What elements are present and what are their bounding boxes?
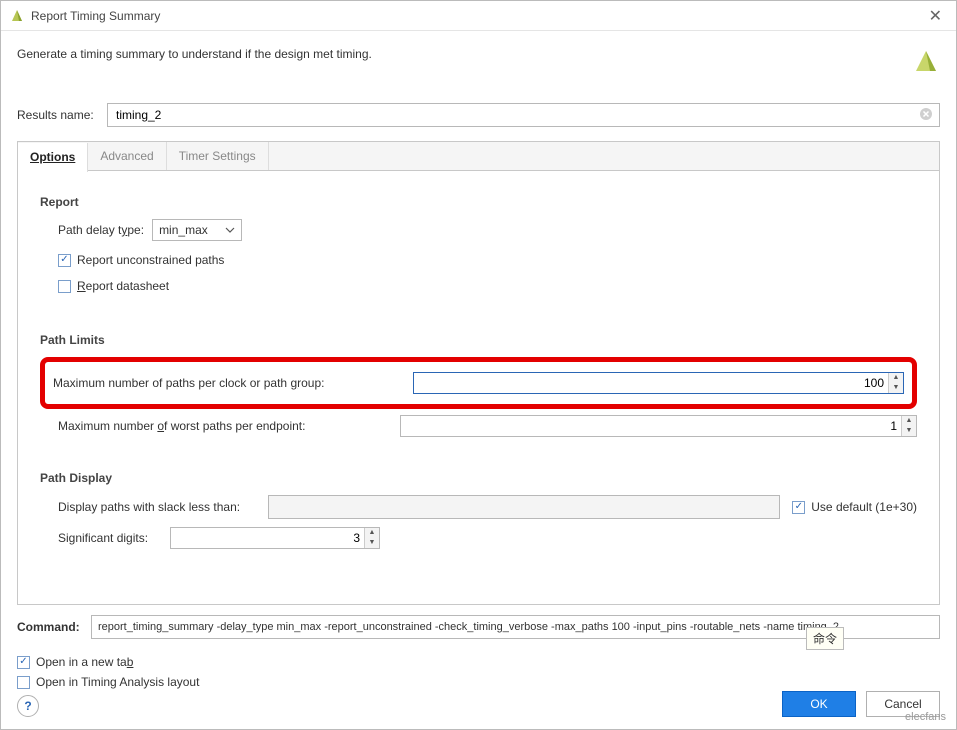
max-paths-down[interactable]: ▼ — [889, 383, 903, 393]
tabs-container: Options Advanced Timer Settings Report P… — [17, 141, 940, 605]
cancel-button[interactable]: Cancel — [866, 691, 940, 717]
report-unconstrained-row: ✓ Report unconstrained paths — [58, 253, 917, 267]
max-paths-up[interactable]: ▲ — [889, 373, 903, 383]
path-delay-value: min_max — [159, 223, 208, 237]
use-default-checkbox[interactable]: ✓ — [792, 501, 805, 514]
report-datasheet-label: Report datasheet — [77, 279, 169, 293]
max-paths-input[interactable] — [414, 376, 888, 390]
slack-input-wrap — [268, 495, 780, 519]
dialog-window: Report Timing Summary ✕ Generate a timin… — [0, 0, 957, 730]
max-worst-up[interactable]: ▲ — [902, 416, 916, 426]
tab-advanced[interactable]: Advanced — [88, 142, 166, 170]
sig-up[interactable]: ▲ — [365, 528, 379, 538]
section-path-limits: Path Limits — [40, 333, 917, 347]
max-worst-row: Maximum number of worst paths per endpoi… — [58, 415, 917, 437]
highlighted-max-paths: Maximum number of paths per clock or pat… — [40, 357, 917, 409]
close-icon[interactable]: ✕ — [923, 6, 948, 26]
use-default-label: Use default (1e+30) — [811, 500, 917, 514]
command-value: report_timing_summary -delay_type min_ma… — [98, 621, 839, 633]
tab-options[interactable]: Options — [18, 143, 88, 172]
open-layout-label: Open in Timing Analysis layout — [36, 675, 199, 689]
command-label: Command: — [17, 620, 91, 634]
chevron-down-icon — [225, 224, 235, 238]
options-pane: Report Path delay type: min_max ✓ Report… — [18, 171, 939, 604]
sig-down[interactable]: ▼ — [365, 538, 379, 548]
open-new-tab-label: Open in a new tab — [36, 655, 133, 669]
results-name-label: Results name: — [17, 108, 107, 122]
max-worst-down[interactable]: ▼ — [902, 426, 916, 436]
max-worst-label: Maximum number of worst paths per endpoi… — [58, 419, 400, 433]
clear-icon[interactable] — [919, 107, 933, 124]
brand-icon — [912, 47, 940, 75]
significant-digits-label: Significant digits: — [58, 531, 170, 545]
section-path-display: Path Display — [40, 471, 917, 485]
tab-timer-settings[interactable]: Timer Settings — [167, 142, 269, 170]
report-unconstrained-checkbox[interactable]: ✓ — [58, 254, 71, 267]
max-worst-input[interactable] — [401, 419, 901, 433]
titlebar: Report Timing Summary ✕ — [1, 1, 956, 31]
ok-button[interactable]: OK — [782, 691, 856, 717]
footer-buttons: OK Cancel — [782, 691, 940, 717]
report-datasheet-row: Report datasheet — [58, 279, 917, 293]
path-delay-label: Path delay type: — [58, 223, 144, 237]
open-layout-checkbox[interactable] — [17, 676, 30, 689]
description-row: Generate a timing summary to understand … — [17, 47, 940, 75]
max-paths-stepper: ▲ ▼ — [888, 373, 903, 393]
slack-row: Display paths with slack less than: ✓ Us… — [58, 495, 917, 519]
report-unconstrained-label: Report unconstrained paths — [77, 253, 224, 267]
section-report: Report — [40, 195, 917, 209]
help-icon[interactable]: ? — [17, 695, 39, 717]
results-name-input-wrap — [107, 103, 940, 127]
content-area: Generate a timing summary to understand … — [1, 31, 956, 729]
tabstrip: Options Advanced Timer Settings — [18, 142, 939, 171]
open-layout-row: Open in Timing Analysis layout — [17, 675, 940, 689]
description-text: Generate a timing summary to understand … — [17, 47, 904, 61]
significant-digits-spinner[interactable]: ▲ ▼ — [170, 527, 380, 549]
max-paths-row: Maximum number of paths per clock or pat… — [53, 372, 904, 394]
max-paths-spinner[interactable]: ▲ ▼ — [413, 372, 904, 394]
open-new-tab-row: ✓ Open in a new tab — [17, 655, 940, 669]
slack-label: Display paths with slack less than: — [58, 500, 268, 514]
open-new-tab-checkbox[interactable]: ✓ — [17, 656, 30, 669]
slack-input — [275, 499, 773, 515]
command-tooltip: 命令 — [806, 627, 844, 650]
max-worst-spinner[interactable]: ▲ ▼ — [400, 415, 917, 437]
results-name-row: Results name: — [17, 103, 940, 127]
max-worst-spinner-wrap: ▲ ▼ — [400, 415, 917, 437]
path-delay-select[interactable]: min_max — [152, 219, 242, 241]
report-datasheet-checkbox[interactable] — [58, 280, 71, 293]
significant-digits-stepper: ▲ ▼ — [364, 528, 379, 548]
app-icon — [9, 8, 25, 24]
max-paths-label: Maximum number of paths per clock or pat… — [53, 376, 413, 390]
max-worst-stepper: ▲ ▼ — [901, 416, 916, 436]
significant-digits-input[interactable] — [171, 531, 364, 545]
footer-row: ✓ Open in a new tab Open in Timing Analy… — [17, 649, 940, 717]
significant-digits-row: Significant digits: ▲ ▼ — [58, 527, 917, 549]
path-delay-row: Path delay type: min_max — [58, 219, 917, 241]
window-title: Report Timing Summary — [31, 9, 923, 23]
command-row: Command: report_timing_summary -delay_ty… — [17, 615, 940, 639]
results-name-input[interactable] — [114, 107, 919, 123]
max-paths-spinner-wrap: ▲ ▼ — [413, 372, 904, 394]
